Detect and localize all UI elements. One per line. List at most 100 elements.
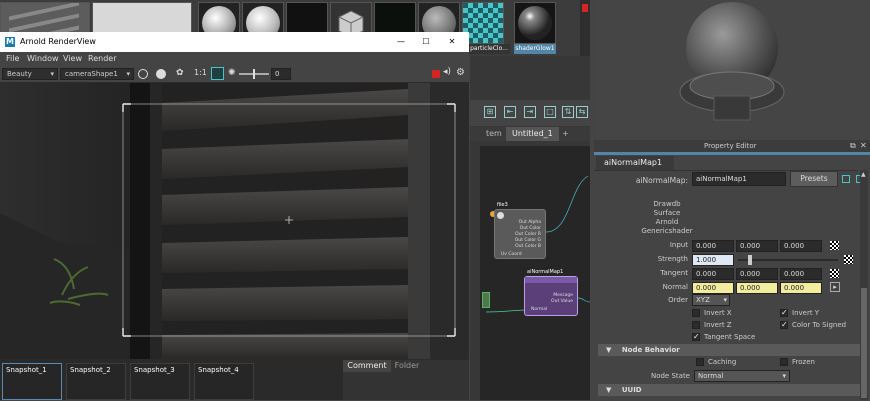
tab-add[interactable]: + <box>556 127 575 141</box>
menu-file[interactable]: File <box>6 52 19 66</box>
frozen-checkbox[interactable] <box>780 358 788 366</box>
snapshot-info-tabs: Comment Folder <box>343 360 469 400</box>
normal-x-field[interactable]: 0.000 <box>692 282 734 294</box>
render-viewport[interactable] <box>0 83 469 359</box>
shelf-scrollbar[interactable] <box>580 0 590 56</box>
region-crop-icon[interactable] <box>211 67 224 80</box>
ipr-icon[interactable] <box>156 69 166 79</box>
strength-slider[interactable] <box>738 255 838 265</box>
color-to-signed-checkbox[interactable]: ✓ <box>780 321 788 329</box>
minimize-button[interactable]: — <box>395 32 407 52</box>
gear-icon[interactable]: ⚙ <box>456 67 465 78</box>
ai-normal-map-node[interactable]: aiNormalMap1 Message Out Value Normal <box>524 269 578 316</box>
arnold-render-view-window: M Arnold RenderView — ☐ ✕ File Window Vi… <box>0 32 469 400</box>
audio-icon[interactable]: ◂) <box>443 67 451 77</box>
swatch-shader-glow[interactable] <box>514 2 556 44</box>
collapsed-node[interactable] <box>482 292 490 308</box>
tangent-y-field[interactable]: 0.000 <box>736 268 778 280</box>
invert-y-checkbox[interactable]: ✓ <box>780 309 788 317</box>
tab-folder[interactable]: Folder <box>393 360 421 372</box>
node-name-field[interactable]: aiNormalMap1 <box>692 172 786 186</box>
order-value: XYZ <box>696 296 710 304</box>
maximize-button[interactable]: ☐ <box>420 32 432 52</box>
port-uv-coord[interactable]: Uv Coord <box>501 252 522 258</box>
clear-graph-icon[interactable]: □ <box>544 106 556 118</box>
arrange-icon[interactable]: ⇆ <box>576 106 588 118</box>
property-editor-title: Property Editor <box>704 142 757 150</box>
menu-view[interactable]: View <box>63 52 82 66</box>
tab-comment[interactable]: Comment <box>343 360 391 372</box>
port-out-value[interactable]: Out Value <box>551 299 573 305</box>
normal-z-field[interactable]: 0.000 <box>780 282 822 294</box>
input-x-field[interactable]: 0.000 <box>692 240 734 252</box>
strength-label: Strength <box>657 255 688 263</box>
ratio-label[interactable]: 1:1 <box>194 68 207 77</box>
scrollbar-thumb[interactable] <box>861 288 867 398</box>
invert-z-checkbox[interactable] <box>692 321 700 329</box>
map-button-icon[interactable] <box>830 269 839 278</box>
menu-window[interactable]: Window <box>27 52 59 66</box>
close-button[interactable]: ✕ <box>446 32 458 52</box>
node-swatch-icon <box>497 212 504 219</box>
float-icon[interactable]: ⧉ <box>850 141 856 151</box>
invert-x-checkbox[interactable] <box>692 309 700 317</box>
caching-checkbox[interactable] <box>696 358 704 366</box>
output-connections-icon[interactable]: ⇥ <box>524 106 536 118</box>
file-node[interactable]: file3 Out Alpha Out Color Out Color R Ou… <box>494 202 546 259</box>
caching-label: Caching <box>708 358 737 366</box>
tab-ai-normal-map[interactable]: aiNormalMap1 <box>596 156 674 170</box>
order-dropdown[interactable]: XYZ ▾ <box>692 294 730 306</box>
tangent-space-checkbox[interactable]: ✓ <box>692 333 700 341</box>
record-icon[interactable] <box>432 70 440 78</box>
color-channels-icon[interactable]: ✿ <box>176 68 184 78</box>
render-view-toolbar: Beauty ▾ cameraShape1 ▾ ✿ 1:1 ✺ 0 ◂) ⚙ <box>0 66 469 82</box>
property-editor-scrollbar[interactable]: ▲ <box>860 170 868 400</box>
map-button-icon[interactable] <box>844 255 853 264</box>
graph-network-icon[interactable]: ⊞ <box>484 106 496 118</box>
tangent-x-field[interactable]: 0.000 <box>692 268 734 280</box>
map-button-icon[interactable] <box>830 241 839 250</box>
order-label: Order <box>668 296 688 304</box>
camera-dropdown[interactable]: cameraShape1 ▾ <box>60 68 134 80</box>
tab-untitled-1[interactable]: Untitled_1 <box>506 127 559 141</box>
snapshot-4-label: Snapshot_4 <box>198 366 239 374</box>
connected-input-icon[interactable]: ▸ <box>830 282 840 292</box>
snapshot-4[interactable]: Snapshot_4 <box>194 363 254 400</box>
layout-icon[interactable]: ⇅ <box>562 106 574 118</box>
show-input-icon[interactable] <box>842 175 850 183</box>
shader-ball-preview <box>594 0 870 137</box>
maya-logo-icon: M <box>5 37 15 47</box>
scroll-up-icon[interactable]: ▲ <box>861 172 867 178</box>
exposure-slider[interactable] <box>239 69 269 79</box>
node-type-label: aiNormalMap: <box>635 176 688 185</box>
close-icon[interactable]: ✕ <box>860 141 867 150</box>
port-out-color-b[interactable]: Out Color B <box>515 244 541 250</box>
chevron-down-icon: ▾ <box>723 296 727 304</box>
tab-tem[interactable]: tem <box>480 127 508 141</box>
exposure-field[interactable]: 0 <box>271 68 291 80</box>
aov-dropdown[interactable]: Beauty ▾ <box>2 68 58 80</box>
render-icon[interactable] <box>138 69 148 79</box>
node-graph-canvas[interactable]: file3 Out Alpha Out Color Out Color R Ou… <box>480 146 590 400</box>
snapshot-3[interactable]: Snapshot_3 <box>130 363 190 400</box>
class-genericshader: Genericshader <box>641 227 693 235</box>
input-z-field[interactable]: 0.000 <box>780 240 822 252</box>
presets-button[interactable]: Presets <box>790 171 838 187</box>
snapshot-2[interactable]: Snapshot_2 <box>66 363 126 400</box>
menu-render[interactable]: Render <box>88 52 116 66</box>
input-connections-icon[interactable]: ⇤ <box>504 106 516 118</box>
snapshot-1[interactable]: Snapshot_1 <box>2 363 62 400</box>
strength-slider-handle[interactable] <box>747 255 752 265</box>
property-editor-tab-underline <box>594 152 870 155</box>
port-normal[interactable]: Normal <box>531 307 547 313</box>
render-view-title-bar[interactable]: M Arnold RenderView — ☐ ✕ <box>0 32 469 52</box>
input-y-field[interactable]: 0.000 <box>736 240 778 252</box>
uuid-section[interactable]: ▼ UUID <box>598 384 860 396</box>
normal-label: Normal <box>662 283 688 291</box>
strength-field[interactable]: 1.000 <box>692 254 734 266</box>
normal-y-field[interactable]: 0.000 <box>736 282 778 294</box>
tangent-z-field[interactable]: 0.000 <box>780 268 822 280</box>
exposure-slider-handle[interactable] <box>253 69 255 79</box>
node-state-dropdown[interactable]: Normal ▾ <box>694 370 790 382</box>
node-behavior-section[interactable]: ▼ Node Behavior <box>598 344 860 356</box>
